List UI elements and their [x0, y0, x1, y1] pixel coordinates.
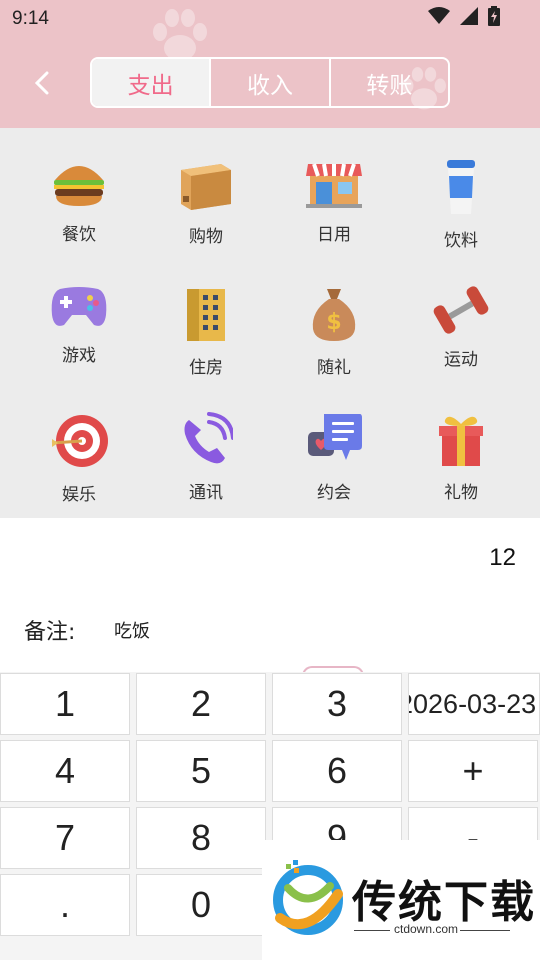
building-icon	[176, 285, 236, 343]
watermark-brand: 传统下载	[352, 877, 536, 928]
category-entertainment[interactable]: 娱乐	[14, 382, 144, 505]
back-button[interactable]	[28, 66, 56, 100]
date-value: 2026-03-23	[408, 688, 537, 719]
category-grid: 餐饮 购物 日用 饮料 游戏 住房 $ 随礼 运动 娱乐 通讯 约会 礼物	[0, 128, 540, 518]
category-dating[interactable]: 约会	[269, 382, 399, 503]
amount-display: 12	[489, 544, 516, 571]
key-7[interactable]: 7	[0, 807, 130, 869]
shop-icon	[304, 158, 364, 210]
note-label: 备注:	[24, 620, 76, 645]
tab-transfer[interactable]: 转账	[331, 59, 448, 106]
note-input[interactable]: 吃饭	[114, 617, 150, 643]
status-icons	[428, 6, 500, 26]
burger-icon	[49, 158, 109, 210]
category-games[interactable]: 游戏	[14, 255, 144, 366]
category-daily[interactable]: 日用	[269, 128, 399, 245]
category-label: 随礼	[317, 358, 351, 378]
key-dot[interactable]: .	[0, 874, 130, 936]
category-label: 游戏	[62, 346, 96, 366]
dumbbell-icon	[431, 285, 491, 335]
phone-icon	[176, 412, 236, 468]
key-3[interactable]: 3	[272, 673, 402, 735]
category-label: 住房	[189, 358, 223, 378]
category-gift-money[interactable]: $ 随礼	[269, 255, 399, 378]
tab-income[interactable]: 收入	[211, 59, 331, 106]
watermark: 传统下载 ctdown.com	[262, 840, 540, 960]
category-drinks[interactable]: 饮料	[396, 128, 526, 251]
divider	[460, 930, 510, 931]
key-1[interactable]: 1	[0, 673, 130, 735]
chevron-left-icon	[35, 71, 49, 95]
key-4[interactable]: 4	[0, 740, 130, 802]
money-bag-icon: $	[304, 285, 364, 343]
battery-icon	[488, 6, 500, 26]
header: 9:14 支出 收入 转账	[0, 0, 540, 128]
chat-icon	[304, 412, 364, 468]
svg-text:$: $	[326, 310, 341, 335]
category-label: 餐饮	[62, 225, 96, 245]
target-icon	[49, 412, 109, 470]
category-housing[interactable]: 住房	[141, 255, 271, 378]
category-label: 娱乐	[62, 485, 96, 505]
category-gifts[interactable]: 礼物	[396, 382, 526, 503]
cup-icon	[431, 158, 491, 216]
key-0[interactable]: 0	[136, 874, 266, 936]
type-tabs: 支出 收入 转账	[90, 57, 450, 108]
key-8[interactable]: 8	[136, 807, 266, 869]
paw-decoration-icon	[153, 9, 207, 61]
key-6[interactable]: 6	[272, 740, 402, 802]
category-label: 约会	[317, 483, 351, 503]
category-telecom[interactable]: 通讯	[141, 382, 271, 503]
category-sports[interactable]: 运动	[396, 255, 526, 370]
status-time: 9:14	[12, 8, 49, 29]
key-plus[interactable]: +	[408, 740, 538, 802]
signal-icon	[460, 7, 478, 25]
date-picker-button[interactable]: 2026-03-23	[408, 673, 540, 735]
category-label: 礼物	[444, 483, 478, 503]
key-5[interactable]: 5	[136, 740, 266, 802]
watermark-url: ctdown.com	[394, 922, 459, 936]
category-shopping[interactable]: 购物	[141, 128, 271, 247]
category-label: 通讯	[189, 483, 223, 503]
box-icon	[176, 158, 236, 212]
tab-expense[interactable]: 支出	[92, 59, 212, 106]
category-label: 日用	[317, 225, 351, 245]
watermark-logo-icon	[273, 860, 343, 935]
divider	[354, 930, 390, 931]
key-2[interactable]: 2	[136, 673, 266, 735]
gift-icon	[431, 412, 491, 468]
category-label: 饮料	[444, 231, 478, 251]
gamepad-icon	[49, 285, 109, 331]
category-label: 购物	[189, 227, 223, 247]
category-label: 运动	[444, 350, 478, 370]
category-dining[interactable]: 餐饮	[14, 128, 144, 245]
wifi-icon	[428, 7, 450, 24]
